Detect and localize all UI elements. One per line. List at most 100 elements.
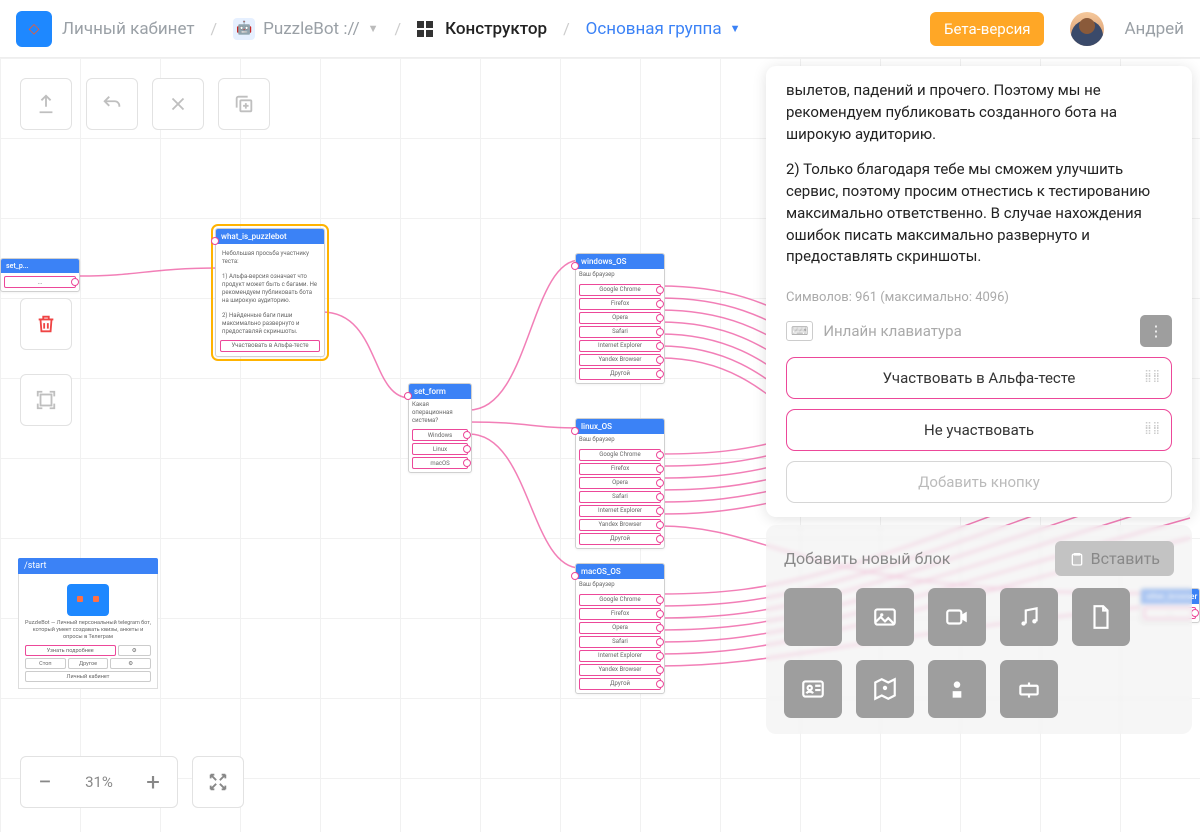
option: Windows [412,429,468,441]
node-macos-os[interactable]: macOS_OS Ваш браузер Google Chrome Firef… [575,563,665,694]
node-text: Ваш браузер [576,579,664,591]
node-title: set_form [409,384,471,399]
breadcrumb-sep: / [389,19,408,38]
option: Yandex Browser [579,664,661,676]
user-avatar[interactable] [1070,12,1104,46]
option: Safari [579,636,661,648]
inspector-panel: вылетов, падений и прочего. Поэтому мы н… [758,58,1200,832]
option: Google Chrome [579,449,661,461]
paste-label: Вставить [1091,549,1160,568]
location-block-button[interactable] [856,660,914,718]
bot-avatar-icon: 🤖 [233,18,255,40]
block-grid [784,588,1174,718]
upload-button[interactable] [20,78,72,130]
duplicate-button[interactable] [218,78,270,130]
zoom-value: 31% [69,773,129,791]
node-title: linux_OS [576,419,664,434]
video-block-button[interactable] [928,588,986,646]
form-block-button[interactable] [1000,660,1058,718]
app-logo[interactable] [16,11,52,47]
option: Google Chrome [579,284,661,296]
file-block-button[interactable] [1072,588,1130,646]
option: Yandex Browser [579,519,661,531]
node-what-is-puzzlebot[interactable]: what_is_puzzlebot Небольшая просьба учас… [215,228,325,357]
breadcrumb-home[interactable]: Личный кабинет [62,19,195,39]
node-windows-os[interactable]: windows_OS Ваш браузер Google Chrome Fir… [575,253,665,384]
option: Opera [579,312,661,324]
bot-name: PuzzleBot :// [263,19,359,39]
keyboard-button-2[interactable]: Не участвовать ⠿⠿⠿⠿ [786,409,1172,451]
node-button: Участвовать в Альфа-тесте [220,340,320,352]
option: Firefox [579,463,661,475]
group-label: Основная группа [586,19,722,39]
add-button[interactable]: Добавить кнопку [786,461,1172,503]
add-block-section: Добавить новый блок Вставить [766,525,1192,734]
breadcrumb-sep: / [557,19,576,38]
option: Safari [579,326,661,338]
zoom-in-button[interactable]: + [129,768,177,796]
char-count: Символов: 961 (максимально: 4096) [786,290,1172,305]
node-text: Небольшая просьба участнику теста:1) Аль… [220,248,320,338]
paste-button[interactable]: Вставить [1055,541,1174,576]
start-btn: Стоп [25,658,66,669]
node-title: windows_OS [576,254,664,269]
pill-label: Участвовать в Альфа-тесте [883,369,1076,387]
breadcrumb-constructor[interactable]: Конструктор [417,19,547,39]
option: Google Chrome [579,594,661,606]
option: Firefox [579,608,661,620]
delete-button[interactable] [20,298,72,350]
option: Другой [579,678,661,690]
node-title: /start [18,558,158,574]
image-block-button[interactable] [856,588,914,646]
breadcrumb-bot[interactable]: 🤖 PuzzleBot :// ▼ [233,18,378,40]
undo-button[interactable] [86,78,138,130]
constructor-label: Конструктор [445,19,547,39]
fit-screen-button[interactable] [192,756,244,808]
text-block-button[interactable] [784,588,842,646]
close-button[interactable] [152,78,204,130]
beta-badge[interactable]: Бета-версия [930,12,1044,46]
chevron-down-icon: ▼ [368,22,379,35]
inline-keyboard-row: ⌨ Инлайн клавиатура ⋮ [786,315,1172,347]
option: macOS [412,457,468,469]
option: Yandex Browser [579,354,661,366]
start-description: PuzzleBot — Личный персональный telegram… [25,620,151,641]
node-text: Ваш браузер [576,269,664,281]
node-linux-os[interactable]: linux_OS Ваш браузер Google Chrome Firef… [575,418,665,549]
user-name: Андрей [1124,19,1184,39]
sticker-block-button[interactable] [928,660,986,718]
more-menu-button[interactable]: ⋮ [1140,315,1172,347]
node-text: Ваш браузер [576,434,664,446]
node-fragment[interactable]: set_p... ... [0,258,80,292]
node-start[interactable]: /start PuzzleBot — Личный персональный t… [18,558,158,689]
start-btn: Узнать подробнее [25,645,116,656]
add-block-title: Добавить новый блок [784,549,950,568]
side-tools [20,298,72,426]
start-btn: Другое [68,658,109,669]
inline-keyboard-label: Инлайн клавиатура [823,322,961,340]
option: Другой [579,368,661,380]
grid-icon [417,21,433,37]
keyboard-button-1[interactable]: Участвовать в Альфа-тесте ⠿⠿⠿⠿ [786,357,1172,399]
zoom-controls: − 31% + [20,756,244,808]
option: Internet Explorer [579,340,661,352]
option: Firefox [579,298,661,310]
zoom-out-button[interactable]: − [21,768,69,796]
keyboard-icon: ⌨ [786,321,813,341]
audio-block-button[interactable] [1000,588,1058,646]
chevron-down-icon: ▼ [730,22,741,35]
option: Internet Explorer [579,505,661,517]
contact-block-button[interactable] [784,660,842,718]
node-title: macOS_OS [576,564,664,579]
drag-handle-icon[interactable]: ⠿⠿⠿⠿ [1144,373,1161,383]
header: Личный кабинет / 🤖 PuzzleBot :// ▼ / Кон… [0,0,1200,58]
frame-button[interactable] [20,374,72,426]
node-set-form[interactable]: set_form Какая операционная система? Win… [408,383,472,473]
breadcrumb-group[interactable]: Основная группа ▼ [586,19,741,39]
option: Internet Explorer [579,650,661,662]
drag-handle-icon[interactable]: ⠿⠿⠿⠿ [1144,425,1161,435]
option: Другой [579,533,661,545]
option: Opera [579,477,661,489]
start-btn: Личный кабинет [25,671,151,682]
message-text[interactable]: вылетов, падений и прочего. Поэтому мы н… [786,80,1172,280]
